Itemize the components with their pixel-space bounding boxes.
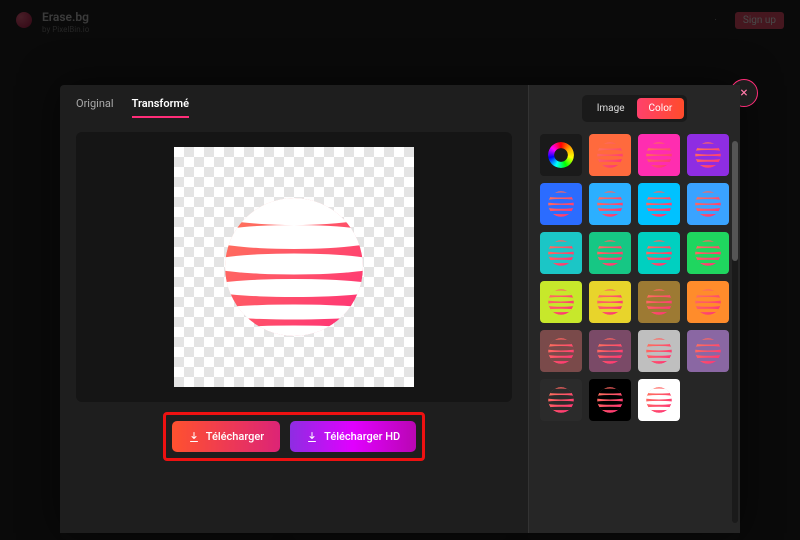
swatch-preview-icon — [596, 386, 624, 414]
swatch-preview-icon — [645, 239, 673, 267]
swatch-preview-icon — [547, 239, 575, 267]
color-picker-swatch[interactable] — [540, 134, 582, 176]
background-panel: Image Color — [528, 85, 740, 533]
color-swatch[interactable] — [540, 330, 582, 372]
download-icon — [188, 431, 200, 443]
color-swatch[interactable] — [540, 183, 582, 225]
brand-name: Erase.bg — [42, 10, 89, 24]
swatch-preview-icon — [694, 239, 722, 267]
color-swatch[interactable] — [638, 183, 680, 225]
tab-transformed[interactable]: Transformé — [132, 97, 189, 118]
mode-image[interactable]: Image — [585, 98, 637, 119]
mode-color[interactable]: Color — [637, 98, 685, 119]
swatch-preview-icon — [596, 141, 624, 169]
color-swatch[interactable] — [638, 281, 680, 323]
color-swatch[interactable] — [687, 232, 729, 274]
color-swatch[interactable] — [638, 134, 680, 176]
scrollbar-thumb[interactable] — [732, 141, 738, 261]
color-swatch[interactable] — [589, 183, 631, 225]
color-wheel-icon — [548, 142, 574, 168]
swatch-preview-icon — [645, 386, 673, 414]
color-swatch[interactable] — [540, 232, 582, 274]
color-swatch[interactable] — [540, 281, 582, 323]
download-actions-highlight: Télécharger Télécharger HD — [163, 412, 425, 461]
swatch-preview-icon — [596, 190, 624, 218]
color-swatch[interactable] — [687, 330, 729, 372]
signup-button: Sign up — [735, 12, 784, 29]
close-icon: × — [740, 85, 747, 101]
color-swatch-grid — [539, 134, 730, 421]
swatch-preview-icon — [645, 190, 673, 218]
preview-area — [76, 132, 512, 402]
download-label: Télécharger — [206, 430, 264, 443]
download-hd-label: Télécharger HD — [324, 430, 400, 443]
color-swatch[interactable] — [638, 379, 680, 421]
brand-logo-icon — [16, 12, 32, 28]
color-swatch[interactable] — [638, 330, 680, 372]
swatch-preview-icon — [645, 288, 673, 316]
swatch-preview-icon — [694, 288, 722, 316]
swatch-preview-icon — [596, 288, 624, 316]
color-swatch[interactable] — [687, 281, 729, 323]
result-image — [219, 192, 369, 342]
download-icon — [306, 431, 318, 443]
swatch-preview-icon — [547, 337, 575, 365]
color-swatch[interactable] — [540, 379, 582, 421]
color-swatch[interactable] — [589, 379, 631, 421]
color-swatch[interactable] — [638, 232, 680, 274]
transparency-canvas — [174, 147, 414, 387]
tab-original[interactable]: Original — [76, 97, 114, 118]
editor-modal: × Original Transformé Télécharger — [60, 85, 740, 533]
download-button[interactable]: Télécharger — [172, 421, 280, 452]
swatch-preview-icon — [547, 386, 575, 414]
swatch-preview-icon — [547, 190, 575, 218]
color-swatch[interactable] — [589, 134, 631, 176]
swatch-preview-icon — [694, 190, 722, 218]
brand-subtitle: by PixelBin.io — [42, 25, 89, 34]
result-tabs: Original Transformé — [76, 97, 512, 118]
swatch-preview-icon — [596, 337, 624, 365]
swatch-preview-icon — [596, 239, 624, 267]
swatch-preview-icon — [645, 337, 673, 365]
color-swatch[interactable] — [589, 232, 631, 274]
swatch-preview-icon — [645, 141, 673, 169]
swatch-preview-icon — [547, 288, 575, 316]
color-swatch[interactable] — [589, 330, 631, 372]
color-swatch[interactable] — [589, 281, 631, 323]
color-swatch[interactable] — [687, 134, 729, 176]
download-hd-button[interactable]: Télécharger HD — [290, 421, 416, 452]
color-swatch[interactable] — [687, 183, 729, 225]
swatch-preview-icon — [694, 141, 722, 169]
header-link: · — [706, 13, 725, 28]
preview-panel: Original Transformé Télécharger Té — [60, 85, 528, 533]
swatch-scrollbar[interactable] — [732, 141, 738, 523]
bg-mode-toggle: Image Color — [582, 95, 688, 122]
swatch-preview-icon — [694, 337, 722, 365]
